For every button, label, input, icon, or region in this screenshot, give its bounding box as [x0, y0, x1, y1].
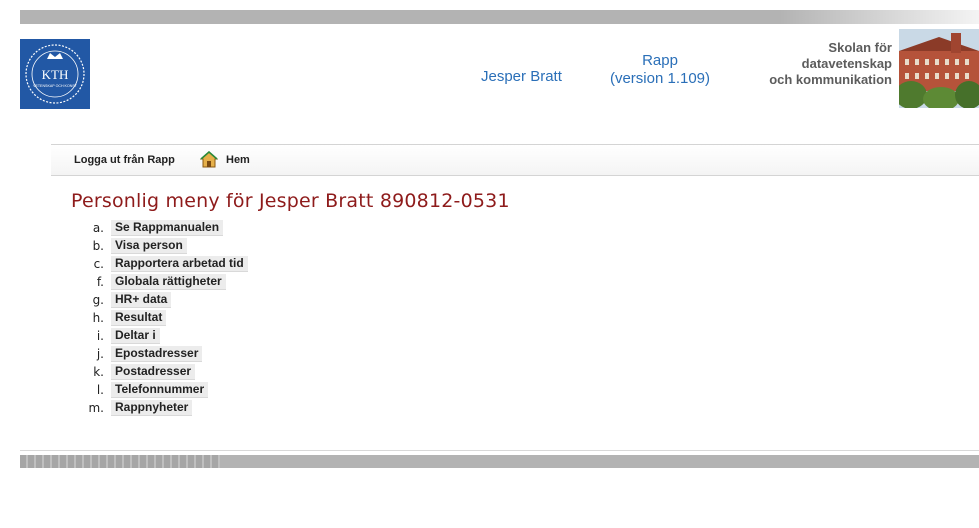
menu-letter: h.: [92, 311, 104, 325]
menu-letter: f.: [96, 275, 104, 289]
logo-text: KTH: [42, 67, 69, 82]
menu-letter: j.: [96, 347, 104, 361]
menu-letter: i.: [96, 329, 104, 343]
menu-link-epostadresser[interactable]: Epostadresser: [111, 346, 203, 362]
menu-link-visa-person[interactable]: Visa person: [111, 238, 187, 254]
menu-link-telefonnummer[interactable]: Telefonnummer: [111, 382, 209, 398]
app-title: Rapp (version 1.109): [600, 52, 720, 88]
menu-letter: m.: [88, 401, 104, 415]
menu-link-resultat[interactable]: Resultat: [111, 310, 167, 326]
home-link[interactable]: Hem: [226, 154, 250, 166]
school-line-2: datavetenskap: [801, 56, 892, 71]
page-title: Personlig meny för Jesper Bratt 890812-0…: [71, 190, 510, 212]
menu-letter: b.: [92, 239, 104, 253]
menu-link-rappmanual[interactable]: Se Rappmanualen: [111, 220, 224, 236]
school-line-3: och kommunikation: [769, 72, 892, 87]
top-bar: [20, 10, 979, 24]
menu-letter: l.: [96, 383, 104, 397]
menu-letter: k.: [93, 365, 104, 379]
menu-letter: c.: [93, 257, 104, 271]
logo-subtext: VETENSKAP OCH KONST: [33, 84, 78, 88]
menu-link-globala-rattigheter[interactable]: Globala rättigheter: [111, 274, 226, 290]
logout-link[interactable]: Logga ut från Rapp: [74, 154, 175, 166]
home-icon[interactable]: [199, 150, 219, 168]
app-version: (version 1.109): [609, 70, 711, 87]
menu-link-hr-data[interactable]: HR+ data: [111, 292, 172, 308]
menu-letter: a.: [92, 221, 104, 235]
menu-letter: g.: [92, 293, 104, 307]
menu-link-deltar-i[interactable]: Deltar i: [111, 328, 160, 344]
user-name: Jesper Bratt: [481, 68, 562, 85]
footer-divider: [20, 450, 979, 451]
kth-logo[interactable]: KTH VETENSKAP OCH KONST: [20, 39, 90, 109]
menu-link-rapportera-tid[interactable]: Rapportera arbetad tid: [111, 256, 248, 272]
menu-link-postadresser[interactable]: Postadresser: [111, 364, 196, 380]
app-name: Rapp: [642, 52, 678, 69]
school-name: Skolan för datavetenskap och kommunikati…: [738, 40, 892, 88]
nav-bar: Logga ut från Rapp Hem: [51, 144, 979, 176]
school-line-1: Skolan för: [828, 40, 892, 55]
bottom-bar: [20, 455, 979, 468]
menu-link-rappnyheter[interactable]: Rappnyheter: [111, 400, 193, 416]
campus-photo: [899, 29, 979, 108]
